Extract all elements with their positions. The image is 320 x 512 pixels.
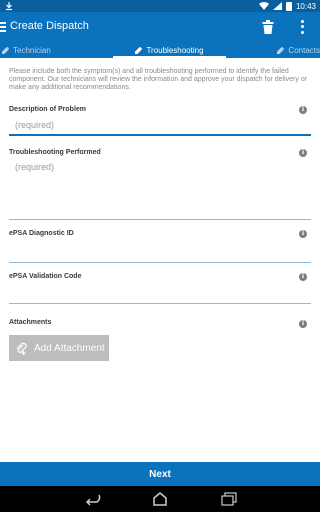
form-content: Please include both the symptom(s) and a… bbox=[0, 58, 320, 458]
tab-troubleshooting[interactable]: Troubleshooting bbox=[113, 43, 226, 58]
paperclip-icon bbox=[16, 342, 27, 355]
add-attachment-button[interactable]: Add Attachment bbox=[9, 335, 109, 361]
description-field[interactable]: (required) bbox=[9, 120, 311, 136]
wifi-icon bbox=[258, 2, 269, 10]
app-bar: Create Dispatch bbox=[0, 12, 320, 43]
back-icon[interactable] bbox=[84, 492, 102, 506]
overflow-menu-icon[interactable] bbox=[298, 19, 306, 35]
signal-icon bbox=[272, 2, 282, 10]
description-placeholder: (required) bbox=[15, 120, 55, 130]
recents-icon[interactable] bbox=[220, 492, 238, 506]
troubleshooting-field[interactable]: (required) bbox=[9, 162, 311, 220]
next-label: Next bbox=[149, 468, 171, 480]
battery-icon bbox=[285, 1, 292, 11]
status-indicators: 10:43 bbox=[258, 0, 316, 12]
attachments-label: Attachments bbox=[9, 319, 52, 326]
epsa-code-label: ePSA Validation Code bbox=[9, 273, 82, 280]
pencil-icon bbox=[2, 47, 9, 54]
info-icon[interactable]: i bbox=[299, 149, 307, 157]
info-icon[interactable]: i bbox=[299, 230, 307, 238]
tab-label: Contacts bbox=[288, 46, 320, 55]
description-label: Description of Problem bbox=[9, 106, 87, 113]
intro-text: Please include both the symptom(s) and a… bbox=[9, 68, 308, 91]
status-bar: 10:43 bbox=[0, 0, 320, 12]
epsa-code-field[interactable] bbox=[9, 287, 311, 304]
add-attachment-label: Add Attachment bbox=[34, 342, 105, 354]
epsa-id-field[interactable] bbox=[9, 244, 311, 263]
next-button[interactable]: Next bbox=[0, 462, 320, 486]
page-title: Create Dispatch bbox=[10, 20, 89, 32]
download-icon bbox=[6, 2, 12, 11]
pencil-icon bbox=[277, 47, 285, 54]
pencil-icon bbox=[135, 47, 143, 54]
info-icon[interactable]: i bbox=[299, 320, 307, 328]
menu-icon[interactable] bbox=[0, 22, 6, 32]
tab-label: Troubleshooting bbox=[146, 46, 204, 55]
troubleshooting-placeholder: (required) bbox=[15, 162, 55, 172]
system-nav-bar bbox=[0, 486, 320, 512]
info-icon[interactable]: i bbox=[299, 106, 307, 114]
troubleshooting-label: Troubleshooting Performed bbox=[9, 149, 101, 156]
epsa-id-label: ePSA Diagnostic ID bbox=[9, 230, 74, 237]
trash-icon[interactable] bbox=[262, 20, 274, 34]
status-time: 10:43 bbox=[295, 1, 316, 11]
tab-label: Technician bbox=[13, 46, 51, 55]
tab-contacts[interactable]: Contacts bbox=[226, 43, 320, 58]
info-icon[interactable]: i bbox=[299, 273, 307, 281]
tab-technician[interactable]: Technician bbox=[0, 43, 113, 58]
tab-bar: Technician Troubleshooting Contacts bbox=[0, 43, 320, 58]
home-icon[interactable] bbox=[151, 492, 169, 506]
